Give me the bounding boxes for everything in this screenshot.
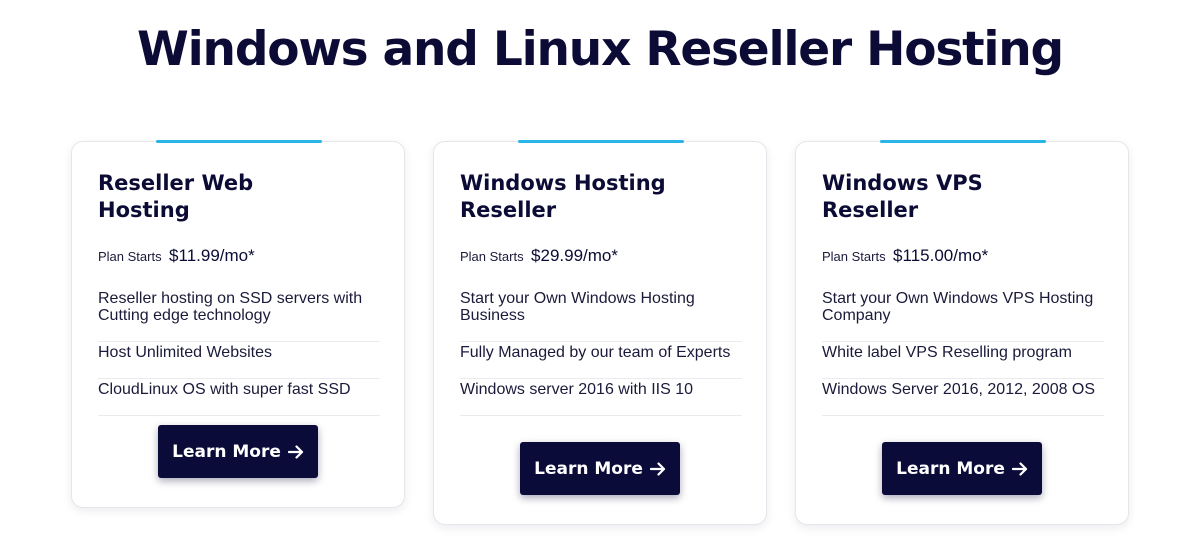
arrow-right-icon [287,444,304,459]
feature-item: White label VPS Reselling program [822,343,1104,379]
feature-item: Windows Server 2016, 2012, 2008 OS [822,380,1104,416]
plan-card-windows-hosting-reseller: Windows Hosting Reseller Plan Starts $29… [433,140,767,525]
learn-more-button[interactable]: Learn More [158,425,318,478]
plan-card-reseller-web-hosting: Reseller Web Hosting Plan Starts $11.99/… [71,140,405,508]
feature-list: Start your Own Windows VPS Hosting Compa… [822,289,1104,417]
card-title: Reseller Web Hosting [98,171,254,222]
arrow-right-icon [1011,461,1028,476]
feature-item: Host Unlimited Websites [98,343,380,379]
price-label: Plan Starts [460,249,524,264]
learn-more-label: Learn More [534,458,643,479]
feature-item: Windows server 2016 with IIS 10 [460,380,742,416]
price-row: Plan Starts $29.99/mo* [460,246,618,266]
price-value: $115.00/mo* [893,246,989,265]
learn-more-label: Learn More [172,441,281,462]
feature-list: Start your Own Windows Hosting Business … [460,289,742,417]
price-row: Plan Starts $115.00/mo* [822,246,988,266]
price-value: $11.99/mo* [169,246,255,265]
page-title: Windows and Linux Reseller Hosting [137,22,1064,77]
learn-more-label: Learn More [896,458,1005,479]
feature-item: Start your Own Windows Hosting Business [460,289,742,342]
price-label: Plan Starts [98,249,162,264]
feature-item: Start your Own Windows VPS Hosting Compa… [822,289,1104,342]
card-accent-bar [156,140,322,143]
arrow-right-icon [649,461,666,476]
feature-item: Fully Managed by our team of Experts [460,343,742,379]
learn-more-button[interactable]: Learn More [882,442,1042,495]
learn-more-button[interactable]: Learn More [520,442,680,495]
feature-item: CloudLinux OS with super fast SSD [98,380,380,416]
feature-list: Reseller hosting on SSD servers with Cut… [98,289,380,417]
plan-card-windows-vps-reseller: Windows VPS Reseller Plan Starts $115.00… [795,140,1129,525]
page: Windows and Linux Reseller Hosting Resel… [0,0,1200,557]
card-accent-bar [880,140,1046,143]
card-accent-bar [518,140,684,143]
price-label: Plan Starts [822,249,886,264]
price-value: $29.99/mo* [531,246,618,265]
card-title: Windows VPS Reseller [822,171,983,222]
card-title: Windows Hosting Reseller [460,171,666,222]
price-row: Plan Starts $11.99/mo* [98,246,255,266]
feature-item: Reseller hosting on SSD servers with Cut… [98,289,380,342]
